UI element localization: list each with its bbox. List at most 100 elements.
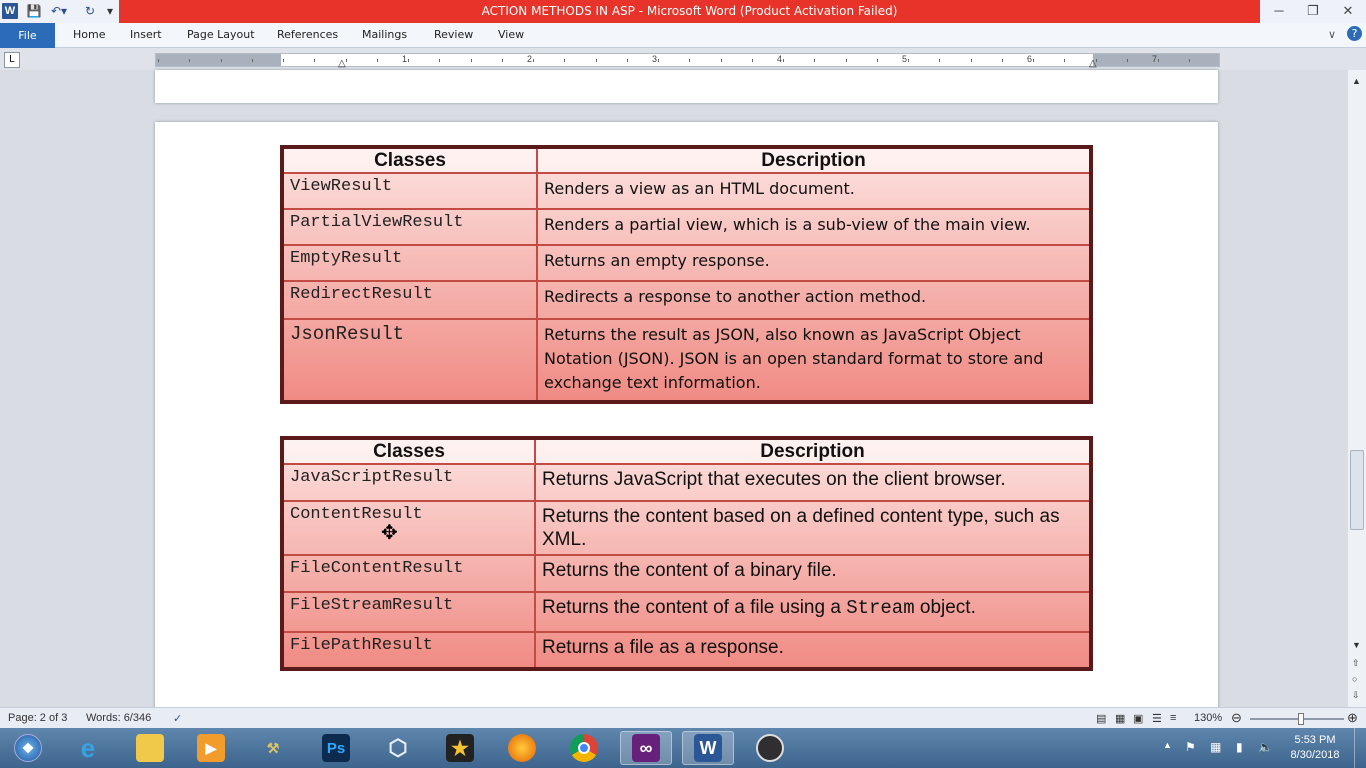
taskbar-visual-studio[interactable]: ∞ [620, 731, 672, 765]
taskbar-media-player[interactable]: ▶ [185, 731, 237, 765]
ribbon-tabs: File Home Insert Page Layout References … [0, 23, 1366, 48]
tab-review[interactable]: Review [434, 28, 473, 41]
battery-icon[interactable]: ▮ [1236, 740, 1243, 754]
taskbar-firefox[interactable] [496, 731, 548, 765]
full-screen-reading-icon[interactable]: ▦ [1115, 712, 1125, 725]
web-layout-icon[interactable]: ▣ [1133, 712, 1143, 725]
page-previous [155, 70, 1218, 103]
next-page-icon[interactable]: ⇩ [1352, 690, 1360, 701]
ruler-tick [1033, 59, 1034, 62]
previous-page-icon[interactable]: ⇧ [1352, 658, 1360, 669]
word-logo-icon[interactable]: W [2, 3, 18, 19]
action-center-icon[interactable]: ⚑ [1185, 740, 1196, 754]
ruler-tick [533, 59, 534, 62]
ruler-tick [658, 59, 659, 62]
minimize-icon[interactable]: ─ [1268, 3, 1290, 18]
customize-qat-icon[interactable]: ▾ [104, 3, 116, 19]
taskbar-movie-maker[interactable]: ★ [434, 731, 486, 765]
class-name: EmptyResult [281, 244, 538, 282]
class-description: Returns the content of a file using a St… [534, 591, 1092, 633]
taskbar-chrome[interactable] [558, 731, 610, 765]
ruler-tick [158, 59, 159, 62]
zoom-slider[interactable] [1250, 713, 1344, 725]
ruler-number: 6 [1027, 54, 1033, 64]
proofing-icon[interactable]: ✓ [173, 712, 182, 725]
scroll-down-icon[interactable]: ▼ [1352, 640, 1361, 650]
ruler-tick [189, 59, 191, 62]
ruler-tick [876, 59, 878, 62]
page-count[interactable]: Page: 2 of 3 [8, 712, 67, 724]
clock-date: 8/30/2018 [1290, 749, 1340, 761]
taskbar-obs[interactable] [744, 731, 796, 765]
tab-page-layout[interactable]: Page Layout [187, 28, 255, 41]
ruler-number: 1 [402, 54, 408, 64]
media-player-icon: ▶ [197, 734, 225, 762]
draft-icon[interactable]: ≡ [1170, 712, 1176, 724]
description-text: Returns the content of a file using a [542, 597, 847, 618]
tab-mailings[interactable]: Mailings [362, 28, 407, 41]
network-icon[interactable]: ▦ [1210, 740, 1221, 754]
zoom-slider-thumb[interactable] [1297, 713, 1304, 725]
table-row: RedirectResult Redirects a response to a… [281, 280, 1092, 320]
ruler-tick [1064, 59, 1066, 62]
undo-icon[interactable]: ↶▾ [48, 3, 70, 19]
show-hidden-icons-icon[interactable]: ▲ [1163, 740, 1172, 750]
tab-view[interactable]: View [498, 28, 524, 41]
table-row: ViewResult Renders a view as an HTML doc… [281, 172, 1092, 210]
action-results-table-2: Classes Description JavaScriptResult Ret… [280, 436, 1093, 671]
ruler-tick [1001, 59, 1003, 62]
tab-selector-icon[interactable]: L [4, 52, 20, 68]
class-name: ContentResult [281, 500, 536, 556]
close-icon[interactable]: ✕ [1337, 3, 1359, 19]
outline-icon[interactable]: ☰ [1152, 712, 1162, 725]
clock-time: 5:53 PM [1294, 734, 1336, 746]
status-bar: Page: 2 of 3 Words: 6/346 ✓ ▤ ▦ ▣ ☰ ≡ 13… [0, 707, 1366, 728]
zoom-out-icon[interactable]: ⊖ [1231, 710, 1242, 726]
tab-insert[interactable]: Insert [130, 28, 162, 41]
zoom-in-icon[interactable]: ⊕ [1347, 710, 1358, 726]
ruler-number: 3 [652, 54, 658, 64]
scroll-up-icon[interactable]: ▲ [1352, 76, 1361, 86]
table-header-description: Description [534, 437, 1092, 465]
ruler-tick [751, 59, 753, 62]
ruler-tick [1095, 59, 1097, 62]
ruler-tick [220, 59, 222, 62]
tab-file[interactable]: File [0, 23, 55, 48]
start-button[interactable]: ❖ [2, 731, 54, 765]
tab-home[interactable]: Home [73, 28, 105, 41]
ruler-tick [970, 59, 972, 62]
taskbar-photoshop[interactable]: Ps [310, 731, 362, 765]
ruler-number: 5 [902, 54, 908, 64]
photoshop-icon: Ps [322, 734, 350, 762]
ruler-tick [814, 59, 816, 62]
word-count[interactable]: Words: 6/346 [86, 712, 151, 724]
taskbar-word[interactable]: W [682, 731, 734, 765]
save-icon[interactable]: 💾 [26, 3, 42, 19]
zoom-level[interactable]: 130% [1194, 712, 1222, 724]
taskbar-file-explorer[interactable] [124, 731, 176, 765]
table-row: JavaScriptResult Returns JavaScript that… [281, 463, 1092, 502]
class-name: RedirectResult [281, 280, 538, 320]
browse-object-icon[interactable]: ○ [1352, 674, 1357, 684]
windows-logo-icon: ❖ [14, 734, 42, 762]
obs-icon [756, 734, 784, 762]
redo-icon[interactable]: ↻ [82, 3, 98, 19]
vertical-scrollbar[interactable]: ▲ ▼ ⇧ ○ ⇩ [1348, 70, 1366, 707]
class-description: Renders a partial view, which is a sub-v… [536, 208, 1092, 246]
table-header-description: Description [536, 146, 1092, 174]
print-layout-icon[interactable]: ▤ [1096, 712, 1106, 725]
volume-icon[interactable]: 🔈 [1258, 740, 1273, 754]
scrollbar-thumb[interactable] [1350, 450, 1364, 530]
ribbon-collapse-icon[interactable]: ∨ [1328, 28, 1336, 41]
tab-references[interactable]: References [277, 28, 338, 41]
taskbar-box-app[interactable]: ⬡ [372, 731, 424, 765]
taskbar-tools[interactable]: ⚒ [247, 731, 299, 765]
system-clock[interactable]: 5:53 PM 8/30/2018 [1280, 733, 1350, 763]
help-icon[interactable]: ? [1347, 26, 1362, 41]
show-desktop-button[interactable] [1354, 728, 1366, 768]
horizontal-ruler[interactable]: 1 2 3 4 5 6 7 △ △ [155, 53, 1220, 69]
taskbar-internet-explorer[interactable]: e [62, 731, 114, 765]
restore-icon[interactable]: ❐ [1302, 3, 1324, 19]
table-row: JsonResult Returns the result as JSON, a… [281, 318, 1092, 403]
table-row: FilePathResult Returns a file as a respo… [281, 631, 1092, 670]
